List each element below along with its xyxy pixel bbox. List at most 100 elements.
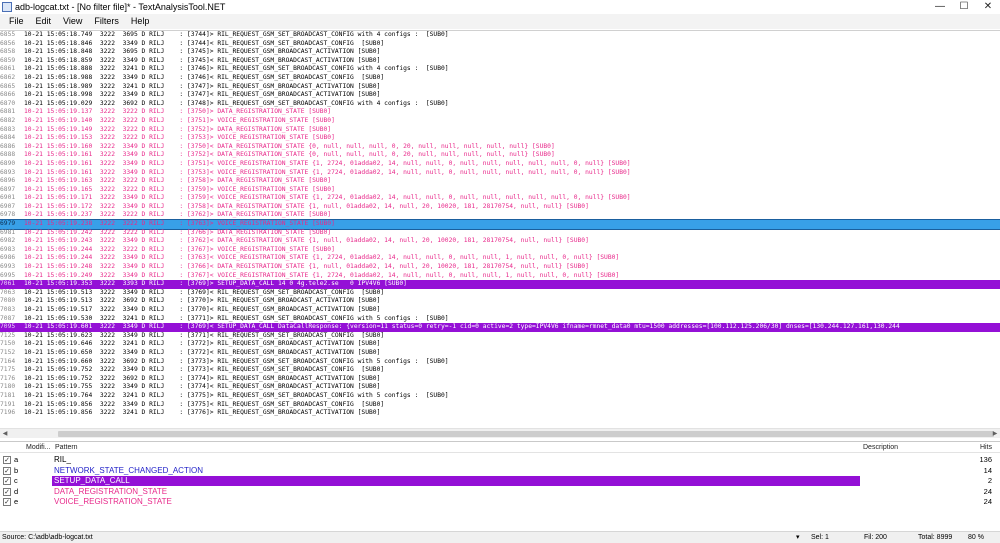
log-line[interactable]: 6888 10-21 15:05:19.161 3222 3349 D RILJ … bbox=[0, 151, 1000, 160]
filter-checkbox[interactable]: ✓ bbox=[3, 487, 11, 496]
filter-hits: 14 bbox=[983, 465, 992, 475]
header-description[interactable]: Description bbox=[863, 443, 898, 453]
filter-pattern[interactable]: NETWORK_STATE_CHANGED_ACTION bbox=[52, 466, 203, 476]
line-number: 6890 bbox=[0, 159, 16, 167]
filter-key: e bbox=[14, 497, 19, 506]
line-number: 7176 bbox=[0, 374, 16, 382]
log-line[interactable]: 6981 10-21 15:05:19.242 3222 3222 D RILJ … bbox=[0, 229, 1000, 238]
line-number: 6862 bbox=[0, 73, 16, 81]
log-line[interactable]: 6870 10-21 15:05:19.029 3222 3692 D RILJ … bbox=[0, 100, 1000, 109]
log-line[interactable]: 7080 10-21 15:05:19.513 3222 3692 D RILJ … bbox=[0, 297, 1000, 306]
log-line[interactable]: 6861 10-21 15:05:18.888 3222 3241 D RILJ … bbox=[0, 65, 1000, 74]
maximize-button[interactable]: ☐ bbox=[952, 0, 976, 14]
log-line[interactable]: 7164 10-21 15:05:19.660 3222 3692 D RILJ … bbox=[0, 358, 1000, 367]
log-line[interactable]: 7180 10-21 15:05:19.755 3222 3349 D RILJ … bbox=[0, 383, 1000, 392]
log-line[interactable]: 7125 10-21 15:05:19.623 3222 3349 D RILJ … bbox=[0, 332, 1000, 341]
menu-filters[interactable]: Filters bbox=[88, 14, 125, 29]
log-line[interactable]: 7061 10-21 15:05:19.353 3222 3393 D RILJ … bbox=[0, 280, 1000, 289]
log-line[interactable]: 7150 10-21 15:05:19.646 3222 3241 D RILJ … bbox=[0, 340, 1000, 349]
line-text: 10-21 15:05:19.244 3222 3222 D RILJ : [3… bbox=[24, 245, 335, 253]
log-line[interactable]: 6978 10-21 15:05:19.237 3222 3222 D RILJ … bbox=[0, 211, 1000, 220]
horizontal-scrollbar[interactable]: ◀ ▶ bbox=[0, 428, 1000, 438]
line-text: 10-21 15:05:18.859 3222 3349 D RILJ : [3… bbox=[24, 56, 381, 64]
log-view[interactable]: 6855 10-21 15:05:18.749 3222 3695 D RILJ … bbox=[0, 30, 1000, 428]
line-number: 6986 bbox=[0, 254, 16, 262]
log-line[interactable]: 6979 10-21 15:05:19.238 3222 3222 D RILJ … bbox=[0, 219, 1000, 230]
line-text: 10-21 15:05:19.623 3222 3349 D RILJ : [3… bbox=[24, 331, 385, 339]
filter-pattern[interactable]: VOICE_REGISTRATION_STATE bbox=[52, 497, 172, 507]
line-number: 7175 bbox=[0, 366, 16, 374]
log-line[interactable]: 7087 10-21 15:05:19.530 3222 3241 D RILJ … bbox=[0, 315, 1000, 324]
scrollbar-thumb[interactable] bbox=[58, 431, 994, 437]
header-pattern[interactable]: Pattern bbox=[55, 443, 78, 453]
log-line[interactable]: 6897 10-21 15:05:19.165 3222 3222 D RILJ … bbox=[0, 186, 1000, 195]
log-line[interactable]: 6883 10-21 15:05:19.149 3222 3222 D RILJ … bbox=[0, 126, 1000, 135]
log-line[interactable]: 6882 10-21 15:05:19.140 3222 3222 D RILJ … bbox=[0, 117, 1000, 126]
log-line[interactable]: 7063 10-21 15:05:19.513 3222 3349 D RILJ … bbox=[0, 289, 1000, 298]
log-line[interactable]: 6866 10-21 15:05:18.998 3222 3349 D RILJ … bbox=[0, 91, 1000, 100]
minimize-button[interactable]: — bbox=[928, 0, 952, 14]
filter-checkbox[interactable]: ✓ bbox=[3, 466, 11, 475]
menu-help[interactable]: Help bbox=[125, 14, 156, 29]
header-hits[interactable]: Hits bbox=[980, 443, 992, 453]
log-line[interactable]: 6907 10-21 15:05:19.172 3222 3349 D RILJ … bbox=[0, 203, 1000, 212]
close-button[interactable]: ✕ bbox=[976, 0, 1000, 14]
filter-pattern[interactable]: SETUP_DATA_CALL bbox=[52, 476, 860, 486]
line-text: 10-21 15:05:19.660 3222 3692 D RILJ : [3… bbox=[24, 357, 449, 365]
log-line[interactable]: 6881 10-21 15:05:19.137 3222 3222 D RILJ … bbox=[0, 108, 1000, 117]
status-bar: Source: C:\adb\adb-logcat.txt ▾ Sel: 1 F… bbox=[0, 531, 1000, 543]
log-line[interactable]: 6886 10-21 15:05:19.160 3222 3349 D RILJ … bbox=[0, 143, 1000, 152]
filter-row[interactable]: ✓ e VOICE_REGISTRATION_STATE 24 bbox=[0, 497, 1000, 507]
scroll-left-arrow-icon[interactable]: ◀ bbox=[0, 429, 10, 439]
line-number: 6858 bbox=[0, 48, 16, 56]
menu-view[interactable]: View bbox=[57, 14, 88, 29]
filter-checkbox[interactable]: ✓ bbox=[3, 477, 11, 485]
log-line[interactable]: 6901 10-21 15:05:19.171 3222 3349 D RILJ … bbox=[0, 194, 1000, 203]
log-line[interactable]: 7152 10-21 15:05:19.650 3222 3349 D RILJ … bbox=[0, 349, 1000, 358]
line-text: 10-21 15:05:19.244 3222 3349 D RILJ : [3… bbox=[24, 254, 620, 262]
scroll-right-arrow-icon[interactable]: ▶ bbox=[990, 429, 1000, 439]
log-line[interactable]: 6983 10-21 15:05:19.244 3222 3222 D RILJ … bbox=[0, 246, 1000, 255]
log-line[interactable]: 7196 10-21 15:05:19.856 3222 3241 D RILJ … bbox=[0, 409, 1000, 418]
log-line[interactable]: 6893 10-21 15:05:19.161 3222 3349 D RILJ … bbox=[0, 169, 1000, 178]
log-line[interactable]: 6993 10-21 15:05:19.248 3222 3349 D RILJ … bbox=[0, 263, 1000, 272]
log-line[interactable]: 6856 10-21 15:05:18.846 3222 3349 D RILJ … bbox=[0, 40, 1000, 49]
header-modified[interactable]: Modifi... bbox=[26, 443, 51, 453]
log-line[interactable]: 6986 10-21 15:05:19.244 3222 3349 D RILJ … bbox=[0, 254, 1000, 263]
filter-checkbox[interactable]: ✓ bbox=[3, 498, 11, 506]
line-text: 10-21 15:05:19.530 3222 3241 D RILJ : [3… bbox=[24, 314, 449, 322]
filter-pattern[interactable]: RIL_ bbox=[52, 455, 71, 465]
log-line[interactable]: 6884 10-21 15:05:19.153 3222 3222 D RILJ … bbox=[0, 134, 1000, 143]
log-line[interactable]: 7083 10-21 15:05:19.517 3222 3349 D RILJ … bbox=[0, 306, 1000, 315]
filter-row[interactable]: ✓ d DATA_REGISTRATION_STATE 24 bbox=[0, 487, 1000, 497]
log-line[interactable]: 7191 10-21 15:05:19.856 3222 3349 D RILJ … bbox=[0, 401, 1000, 410]
log-line[interactable]: 6995 10-21 15:05:19.249 3222 3349 D RILJ … bbox=[0, 272, 1000, 281]
log-line[interactable]: 6859 10-21 15:05:18.859 3222 3349 D RILJ … bbox=[0, 57, 1000, 66]
line-number: 6866 bbox=[0, 91, 16, 99]
menu-edit[interactable]: Edit bbox=[30, 14, 58, 29]
menu-file[interactable]: File bbox=[3, 14, 30, 29]
line-text: 10-21 15:05:19.029 3222 3692 D RILJ : [3… bbox=[24, 99, 449, 107]
log-line[interactable]: 6982 10-21 15:05:19.243 3222 3349 D RILJ … bbox=[0, 237, 1000, 246]
filter-hits: 2 bbox=[987, 476, 992, 485]
log-line[interactable]: 6865 10-21 15:05:18.989 3222 3241 D RILJ … bbox=[0, 83, 1000, 92]
line-text: 10-21 15:05:19.243 3222 3349 D RILJ : [3… bbox=[24, 237, 589, 245]
log-line[interactable]: 6890 10-21 15:05:19.161 3222 3349 D RILJ … bbox=[0, 160, 1000, 169]
filter-checkbox[interactable]: ✓ bbox=[3, 456, 11, 464]
filter-row[interactable]: ✓ a RIL_ 136 bbox=[0, 455, 1000, 465]
log-line[interactable]: 7175 10-21 15:05:19.752 3222 3349 D RILJ … bbox=[0, 366, 1000, 375]
filter-pattern[interactable]: DATA_REGISTRATION_STATE bbox=[52, 487, 167, 497]
line-text: 10-21 15:05:19.161 3222 3349 D RILJ : [3… bbox=[24, 159, 631, 167]
line-text: 10-21 15:05:19.752 3222 3692 D RILJ : [3… bbox=[24, 374, 381, 382]
log-line[interactable]: 6858 10-21 15:05:18.848 3222 3695 D RILJ … bbox=[0, 48, 1000, 57]
log-line[interactable]: 7181 10-21 15:05:19.764 3222 3241 D RILJ … bbox=[0, 392, 1000, 401]
log-line[interactable]: 6862 10-21 15:05:18.988 3222 3349 D RILJ … bbox=[0, 74, 1000, 83]
filter-key: a bbox=[14, 455, 19, 464]
status-source: Source: C:\adb\adb-logcat.txt bbox=[2, 534, 93, 541]
filter-row[interactable]: ✓ c SETUP_DATA_CALL 2 bbox=[0, 476, 1000, 486]
log-line[interactable]: 6855 10-21 15:05:18.749 3222 3695 D RILJ … bbox=[0, 31, 1000, 40]
log-line[interactable]: 6896 10-21 15:05:19.163 3222 3222 D RILJ … bbox=[0, 177, 1000, 186]
log-line[interactable]: 7176 10-21 15:05:19.752 3222 3692 D RILJ … bbox=[0, 375, 1000, 384]
filter-row[interactable]: ✓ b NETWORK_STATE_CHANGED_ACTION 14 bbox=[0, 466, 1000, 476]
log-line[interactable]: 7095 10-21 15:05:19.601 3222 3349 D RILJ … bbox=[0, 323, 1000, 332]
